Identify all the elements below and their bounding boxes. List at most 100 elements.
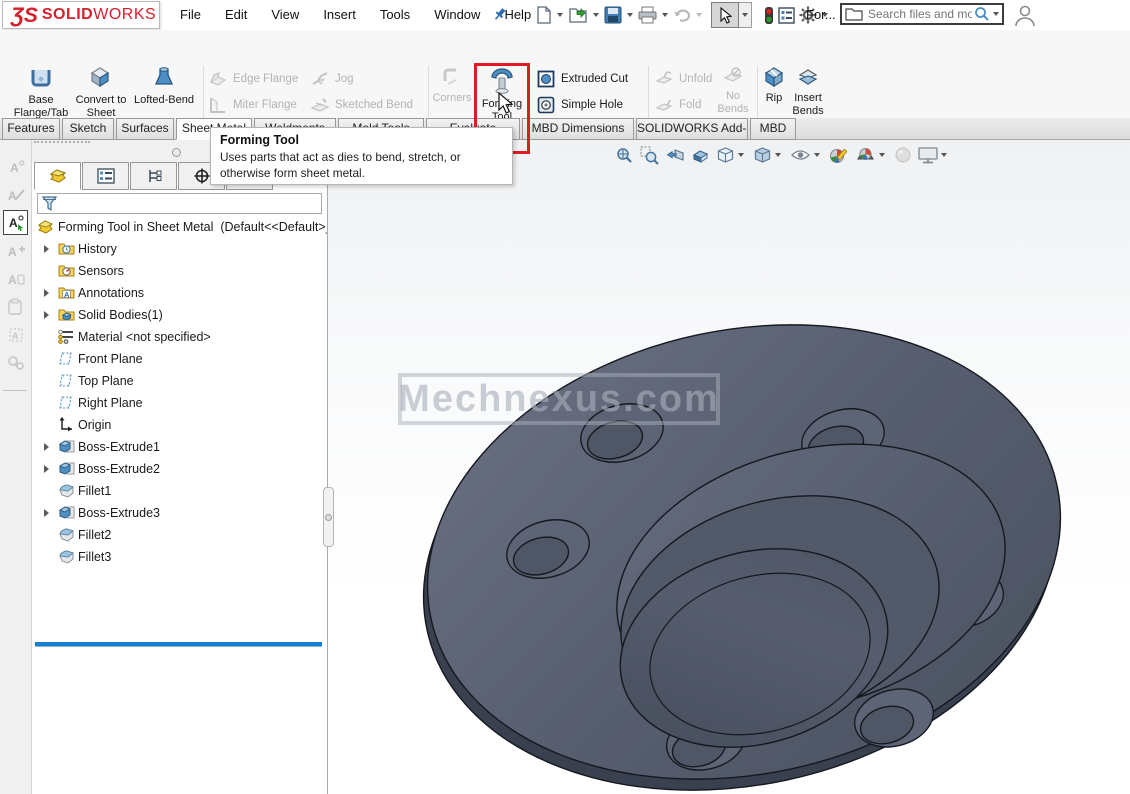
tab-sketch[interactable]: Sketch bbox=[62, 118, 114, 140]
select-tool-caret-icon[interactable] bbox=[739, 2, 752, 28]
tab-mbd-dimensions[interactable]: MBD Dimensions bbox=[522, 118, 634, 140]
tab-surfaces[interactable]: Surfaces bbox=[116, 118, 174, 140]
view-orientation-caret-icon[interactable] bbox=[738, 153, 744, 157]
traffic-light-icon[interactable] bbox=[762, 2, 776, 28]
plane-icon bbox=[58, 373, 75, 391]
open-button[interactable] bbox=[566, 2, 590, 28]
base-flange-tab-button[interactable]: Base Flange/Tab bbox=[8, 65, 74, 119]
new-document-caret-icon[interactable] bbox=[557, 13, 563, 17]
simple-hole-button[interactable]: Simple Hole bbox=[536, 92, 628, 118]
panel-grip-handle[interactable] bbox=[34, 141, 90, 143]
search-box[interactable] bbox=[840, 3, 1004, 25]
tree-item-boss-extrude3[interactable]: Boss-Extrude3 bbox=[32, 502, 327, 524]
panel-splitter-handle[interactable] bbox=[323, 487, 334, 547]
tree-item-fillet1[interactable]: Fillet1 bbox=[32, 480, 327, 502]
print-button[interactable] bbox=[636, 2, 659, 28]
material-icon bbox=[58, 329, 75, 347]
print-caret-icon[interactable] bbox=[662, 13, 668, 17]
hide-show-items-button[interactable] bbox=[787, 143, 826, 167]
panel-splitter[interactable] bbox=[327, 140, 328, 794]
tree-root[interactable]: Forming Tool in Sheet Metal (Default<<De… bbox=[32, 216, 327, 238]
configurationmanager-tab[interactable] bbox=[130, 162, 177, 190]
tab-solidworks-add-ins[interactable]: SOLIDWORKS Add-Ins bbox=[636, 118, 748, 140]
fillet-icon bbox=[58, 527, 75, 545]
svg-text:A: A bbox=[8, 273, 17, 287]
expand-arrow-icon[interactable] bbox=[44, 443, 49, 451]
rip-icon bbox=[764, 67, 784, 88]
panel-collapse-button[interactable] bbox=[172, 148, 181, 157]
pushpin-icon[interactable] bbox=[492, 6, 508, 25]
tree-item-history[interactable]: History bbox=[32, 238, 327, 260]
sketched-bend-button: Sketched Bend bbox=[310, 92, 413, 118]
solidworks-logo: ƷS SOLID WORKS bbox=[2, 1, 160, 29]
menu-edit[interactable]: Edit bbox=[213, 0, 259, 30]
zoom-fit-button[interactable] bbox=[612, 143, 637, 167]
insert-bends-button[interactable]: Insert Bends bbox=[788, 65, 828, 117]
view-orientation-button[interactable] bbox=[713, 143, 750, 167]
display-style-caret-icon[interactable] bbox=[775, 153, 781, 157]
zoom-area-button[interactable] bbox=[637, 143, 662, 167]
edge-flange-icon bbox=[209, 72, 227, 86]
search-magnifier-icon[interactable] bbox=[974, 6, 990, 22]
select-tool-button[interactable] bbox=[711, 2, 739, 28]
apply-scene-caret-icon[interactable] bbox=[879, 153, 885, 157]
tree-item-right-plane[interactable]: Right Plane bbox=[32, 392, 327, 414]
expand-arrow-icon[interactable] bbox=[44, 289, 49, 297]
menu-file[interactable]: File bbox=[168, 0, 213, 30]
tree-item-front-plane[interactable]: Front Plane bbox=[32, 348, 327, 370]
boss-extrude-icon bbox=[58, 439, 76, 457]
expand-arrow-icon[interactable] bbox=[44, 311, 49, 319]
tree-item-top-plane[interactable]: Top Plane bbox=[32, 370, 327, 392]
options-list-icon[interactable] bbox=[776, 2, 797, 28]
camera-monitor-caret-icon[interactable] bbox=[941, 153, 947, 157]
propertymanager-tab[interactable] bbox=[82, 162, 129, 190]
open-caret-icon[interactable] bbox=[593, 13, 599, 17]
menu-tools[interactable]: Tools bbox=[368, 0, 422, 30]
new-document-button[interactable] bbox=[534, 2, 554, 28]
tree-item-material[interactable]: Material <not specified> bbox=[32, 326, 327, 348]
menu-insert[interactable]: Insert bbox=[311, 0, 368, 30]
solid-bodies-folder-icon bbox=[58, 307, 75, 324]
menu-view[interactable]: View bbox=[259, 0, 311, 30]
annotation-tool-3-icon[interactable]: A bbox=[3, 210, 28, 235]
annotation-tool-2-icon: A bbox=[3, 182, 28, 207]
tab-mbd[interactable]: MBD bbox=[750, 118, 796, 140]
menu-window[interactable]: Window bbox=[422, 0, 492, 30]
rip-button[interactable]: Rip bbox=[758, 65, 790, 105]
expand-arrow-icon[interactable] bbox=[44, 509, 49, 517]
logo-text-bold: SOLID bbox=[41, 6, 94, 23]
tree-item-fillet3[interactable]: Fillet3 bbox=[32, 546, 327, 568]
tree-item-boss-extrude2[interactable]: Boss-Extrude2 bbox=[32, 458, 327, 480]
featuremanager-tab[interactable] bbox=[34, 162, 81, 190]
graphics-viewport[interactable]: Mechnexus.com bbox=[328, 140, 1130, 794]
search-caret-icon[interactable] bbox=[993, 12, 999, 16]
view-settings-button bbox=[891, 143, 915, 167]
expand-arrow-icon[interactable] bbox=[44, 465, 49, 473]
display-style-button[interactable] bbox=[750, 143, 787, 167]
save-caret-icon[interactable] bbox=[627, 13, 633, 17]
section-view-button[interactable] bbox=[688, 143, 713, 167]
extruded-cut-button[interactable]: Extruded Cut bbox=[536, 66, 628, 92]
tree-filter-box[interactable] bbox=[37, 193, 322, 214]
tree-item-sensors[interactable]: Sensors bbox=[32, 260, 327, 282]
save-button[interactable] bbox=[602, 2, 624, 28]
expand-arrow-icon[interactable] bbox=[44, 245, 49, 253]
flange-3d-model[interactable] bbox=[328, 140, 1130, 794]
apply-scene-button[interactable] bbox=[852, 143, 891, 167]
tree-item-fillet2[interactable]: Fillet2 bbox=[32, 524, 327, 546]
search-input[interactable] bbox=[866, 6, 974, 22]
hide-show-caret-icon[interactable] bbox=[814, 153, 820, 157]
tree-item-annotations[interactable]: A Annotations bbox=[32, 282, 327, 304]
user-icon[interactable] bbox=[1014, 4, 1036, 29]
lofted-bend-button[interactable]: Lofted-Bend bbox=[128, 65, 200, 107]
rollback-bar[interactable] bbox=[35, 642, 322, 647]
miter-flange-button: Miter Flange bbox=[208, 92, 298, 118]
previous-view-button[interactable] bbox=[662, 143, 688, 167]
tab-features[interactable]: Features bbox=[2, 118, 60, 140]
tree-item-origin[interactable]: Origin bbox=[32, 414, 327, 436]
tree-item-boss-extrude1[interactable]: Boss-Extrude1 bbox=[32, 436, 327, 458]
camera-monitor-button[interactable] bbox=[915, 143, 953, 167]
tree-item-solid-bodies[interactable]: Solid Bodies(1) bbox=[32, 304, 327, 326]
search-scope-icon[interactable] bbox=[845, 7, 863, 21]
edit-appearance-button[interactable] bbox=[826, 143, 852, 167]
